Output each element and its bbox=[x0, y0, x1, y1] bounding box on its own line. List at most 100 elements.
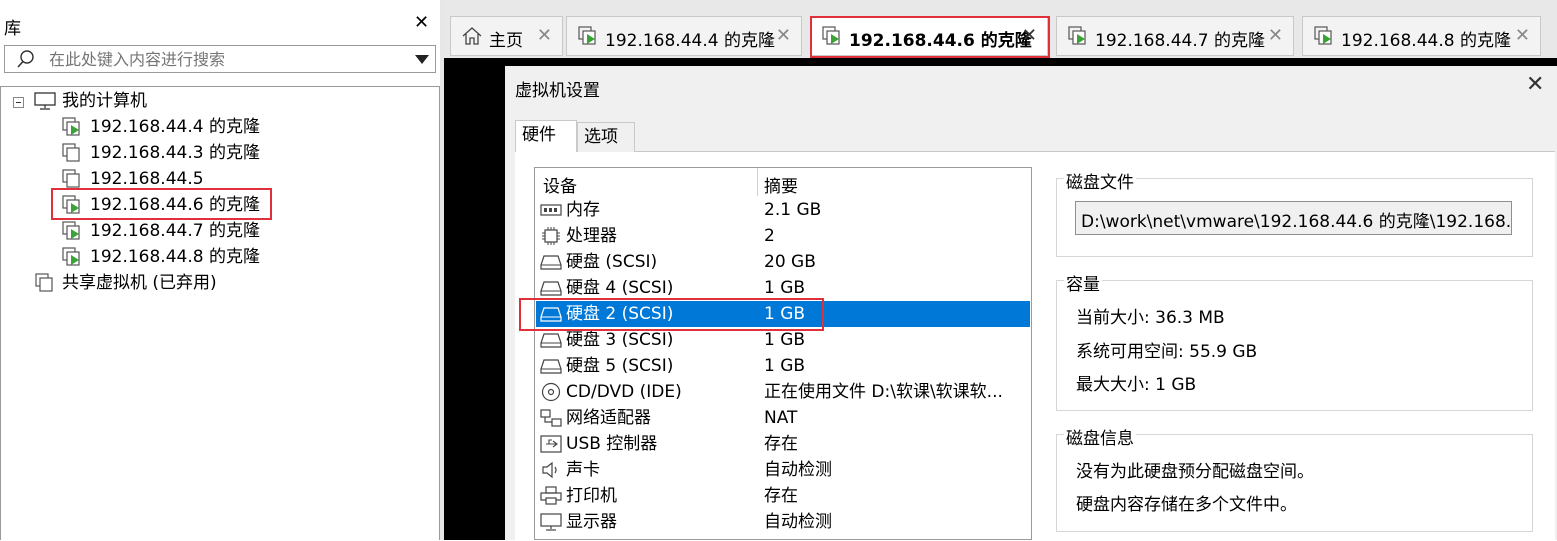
tree-item-my-computer[interactable]: 我的计算机 bbox=[1, 88, 439, 114]
printer-icon bbox=[540, 486, 562, 505]
highlight-box bbox=[519, 298, 824, 331]
harddisk-icon bbox=[540, 333, 562, 348]
tree-item-vm[interactable]: 192.168.44.7 的克隆 bbox=[1, 218, 439, 244]
computer-icon bbox=[34, 92, 56, 110]
device-row-network[interactable]: 网络适配器 NAT bbox=[536, 405, 1030, 431]
tab-label: 192.168.44.4 的克隆 bbox=[605, 31, 775, 51]
network-icon bbox=[540, 409, 562, 427]
library-title: 库 bbox=[4, 19, 21, 39]
harddisk-icon bbox=[540, 359, 562, 374]
harddisk-icon bbox=[540, 255, 562, 270]
vm-running-icon bbox=[578, 26, 596, 45]
tree-label: 192.168.44.8 的克隆 bbox=[90, 247, 260, 267]
column-divider[interactable] bbox=[757, 168, 758, 196]
device-name: USB 控制器 bbox=[566, 434, 658, 454]
vm-running-icon bbox=[1068, 26, 1086, 45]
tab-vm[interactable]: 192.168.44.4 的克隆 ✕ bbox=[566, 16, 802, 56]
device-row-harddisk[interactable]: 硬盘 5 (SCSI) 1 GB bbox=[536, 353, 1030, 379]
vm-icon bbox=[62, 169, 80, 188]
library-panel: 库 ✕ 我的计算机 192.168.44.4 的克隆 bbox=[0, 0, 441, 540]
tree-label: 192.168.44.4 的克隆 bbox=[90, 117, 260, 137]
device-row-display[interactable]: 显示器 自动检测 bbox=[536, 509, 1030, 535]
tree-item-vm[interactable]: 192.168.44.3 的克隆 bbox=[1, 140, 439, 166]
highlight-box bbox=[51, 188, 272, 220]
device-list[interactable]: 设备 摘要 内存 2.1 GB 处理器 2 硬盘 (SCSI) 20 GB 硬盘… bbox=[534, 167, 1032, 540]
library-tree[interactable]: 我的计算机 192.168.44.4 的克隆 192.168.44.3 的克隆 … bbox=[0, 86, 440, 540]
tree-item-vm[interactable]: 192.168.44.8 的克隆 bbox=[1, 244, 439, 270]
memory-icon bbox=[540, 204, 562, 216]
current-size-label: 当前大小: 36.3 MB bbox=[1076, 308, 1225, 328]
dialog-close-icon[interactable]: ✕ bbox=[1526, 72, 1544, 97]
vm-running-icon bbox=[62, 117, 80, 136]
shared-vm-icon bbox=[35, 273, 53, 292]
tree-item-shared-vms[interactable]: 共享虚拟机 (已弃用) bbox=[1, 270, 439, 296]
tree-label: 共享虚拟机 (已弃用) bbox=[62, 273, 217, 293]
device-name: 处理器 bbox=[566, 226, 617, 246]
device-summary: 正在使用文件 D:\软课\软课软... bbox=[764, 382, 1003, 402]
tree-label: 192.168.44.3 的克隆 bbox=[90, 143, 260, 163]
column-header-device[interactable]: 设备 bbox=[543, 172, 577, 197]
device-row-harddisk[interactable]: 硬盘 (SCSI) 20 GB bbox=[536, 249, 1030, 275]
tab-label: 192.168.44.8 的克隆 bbox=[1341, 31, 1511, 51]
disk-info-line: 没有为此硬盘预分配磁盘空间。 bbox=[1076, 462, 1314, 482]
device-row-usb[interactable]: USB 控制器 存在 bbox=[536, 431, 1030, 457]
monitor-icon bbox=[540, 513, 562, 531]
library-search[interactable] bbox=[4, 45, 436, 73]
device-summary: 存在 bbox=[764, 434, 798, 454]
tab-home[interactable]: 主页 ✕ bbox=[450, 16, 563, 56]
vm-running-icon bbox=[1314, 26, 1332, 45]
device-row-memory[interactable]: 内存 2.1 GB bbox=[536, 197, 1030, 223]
device-summary: 存在 bbox=[764, 486, 798, 506]
device-name: 声卡 bbox=[566, 460, 600, 480]
device-summary: 自动检测 bbox=[764, 460, 832, 480]
device-name: 打印机 bbox=[566, 486, 617, 506]
search-dropdown-icon[interactable] bbox=[415, 55, 429, 64]
vm-running-icon bbox=[62, 221, 80, 240]
column-header-summary[interactable]: 摘要 bbox=[764, 172, 798, 197]
tree-label: 我的计算机 bbox=[62, 91, 147, 111]
tab-hardware[interactable]: 硬件 bbox=[515, 120, 577, 152]
tree-label: 192.168.44.7 的克隆 bbox=[90, 221, 260, 241]
search-icon bbox=[17, 50, 34, 68]
device-name: 内存 bbox=[566, 200, 600, 220]
vm-running-icon bbox=[62, 247, 80, 266]
group-title: 磁盘文件 bbox=[1064, 168, 1136, 193]
close-icon[interactable]: ✕ bbox=[1515, 25, 1530, 46]
close-icon[interactable]: ✕ bbox=[776, 25, 791, 46]
tree-item-vm[interactable]: 192.168.44.4 的克隆 bbox=[1, 114, 439, 140]
device-name: 显示器 bbox=[566, 512, 617, 532]
tab-vm[interactable]: 192.168.44.7 的克隆 ✕ bbox=[1056, 16, 1294, 56]
harddisk-icon bbox=[540, 281, 562, 296]
group-title: 磁盘信息 bbox=[1064, 424, 1136, 449]
tab-vm[interactable]: 192.168.44.8 的克隆 ✕ bbox=[1302, 16, 1541, 56]
close-icon[interactable]: ✕ bbox=[537, 25, 552, 46]
cpu-icon bbox=[542, 227, 560, 245]
device-summary: 自动检测 bbox=[764, 512, 832, 532]
device-row-printer[interactable]: 打印机 存在 bbox=[536, 483, 1030, 509]
dialog-title: 虚拟机设置 bbox=[515, 81, 600, 101]
vm-icon bbox=[62, 143, 80, 162]
disk-file-field[interactable]: D:\work\net\vmware\192.168.44.6 的克隆\192.… bbox=[1075, 201, 1512, 235]
device-summary: 2.1 GB bbox=[764, 200, 822, 220]
device-summary: 2 bbox=[764, 226, 775, 246]
tab-label: 192.168.44.7 的克隆 bbox=[1095, 31, 1265, 51]
group-title: 容量 bbox=[1064, 270, 1102, 295]
library-close-icon[interactable]: ✕ bbox=[414, 12, 429, 33]
disk-info-line: 硬盘内容存储在多个文件中。 bbox=[1076, 495, 1297, 515]
device-summary: 20 GB bbox=[764, 252, 816, 272]
highlight-box bbox=[810, 16, 1050, 58]
search-input[interactable] bbox=[49, 48, 389, 70]
close-icon[interactable]: ✕ bbox=[1268, 25, 1283, 46]
device-name: 硬盘 5 (SCSI) bbox=[566, 356, 674, 376]
device-row-cpu[interactable]: 处理器 2 bbox=[536, 223, 1030, 249]
disk-file-path: D:\work\net\vmware\192.168.44.6 的克隆\192.… bbox=[1081, 212, 1512, 232]
device-row-sound[interactable]: 声卡 自动检测 bbox=[536, 457, 1030, 483]
device-row-cd-dvd[interactable]: CD/DVD (IDE) 正在使用文件 D:\软课\软课软... bbox=[536, 379, 1030, 405]
device-name: CD/DVD (IDE) bbox=[566, 382, 682, 402]
available-space-label: 系统可用空间: 55.9 GB bbox=[1076, 342, 1258, 362]
collapse-icon[interactable] bbox=[13, 97, 24, 108]
tab-options[interactable]: 选项 bbox=[577, 122, 635, 152]
device-name: 硬盘 (SCSI) bbox=[566, 252, 658, 272]
usb-icon bbox=[540, 435, 562, 453]
speaker-icon bbox=[542, 461, 557, 479]
